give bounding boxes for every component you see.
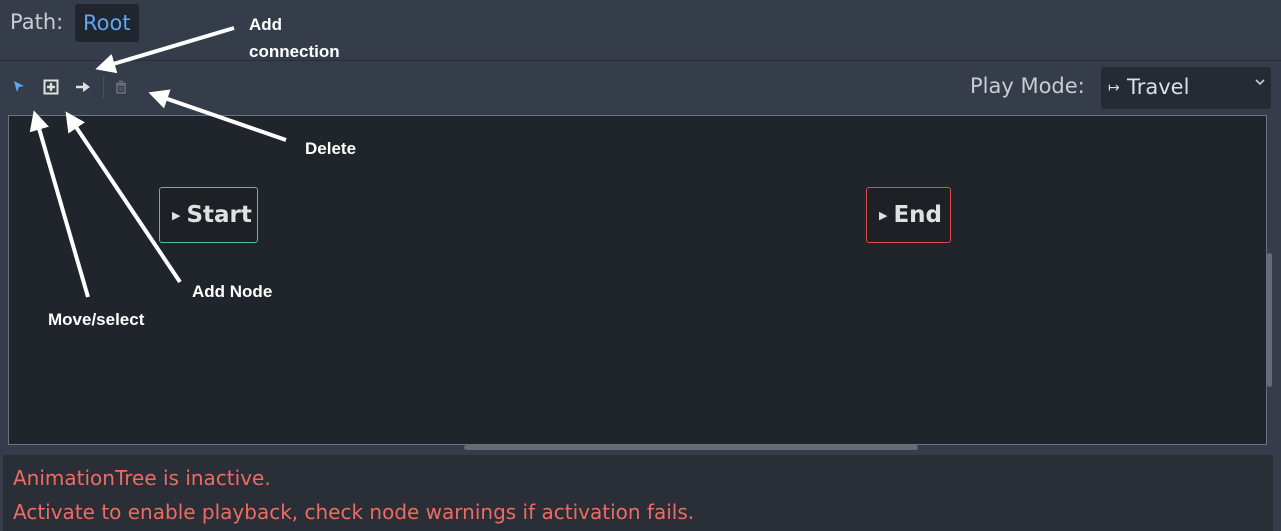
- arrow-move-select: [29, 110, 90, 298]
- annotation-delete: Delete: [305, 139, 357, 158]
- annotation-add-node: Add Node: [192, 282, 273, 301]
- annotation-move-select: Move/select: [48, 310, 145, 329]
- annotation-add-connection-line2: connection: [249, 42, 340, 61]
- arrow-delete: [148, 89, 287, 142]
- arrow-add-connection: [95, 26, 235, 74]
- annotation-add-connection-line1: Add: [249, 15, 283, 34]
- arrow-add-node: [65, 111, 182, 284]
- annotation-arrows: [29, 26, 287, 298]
